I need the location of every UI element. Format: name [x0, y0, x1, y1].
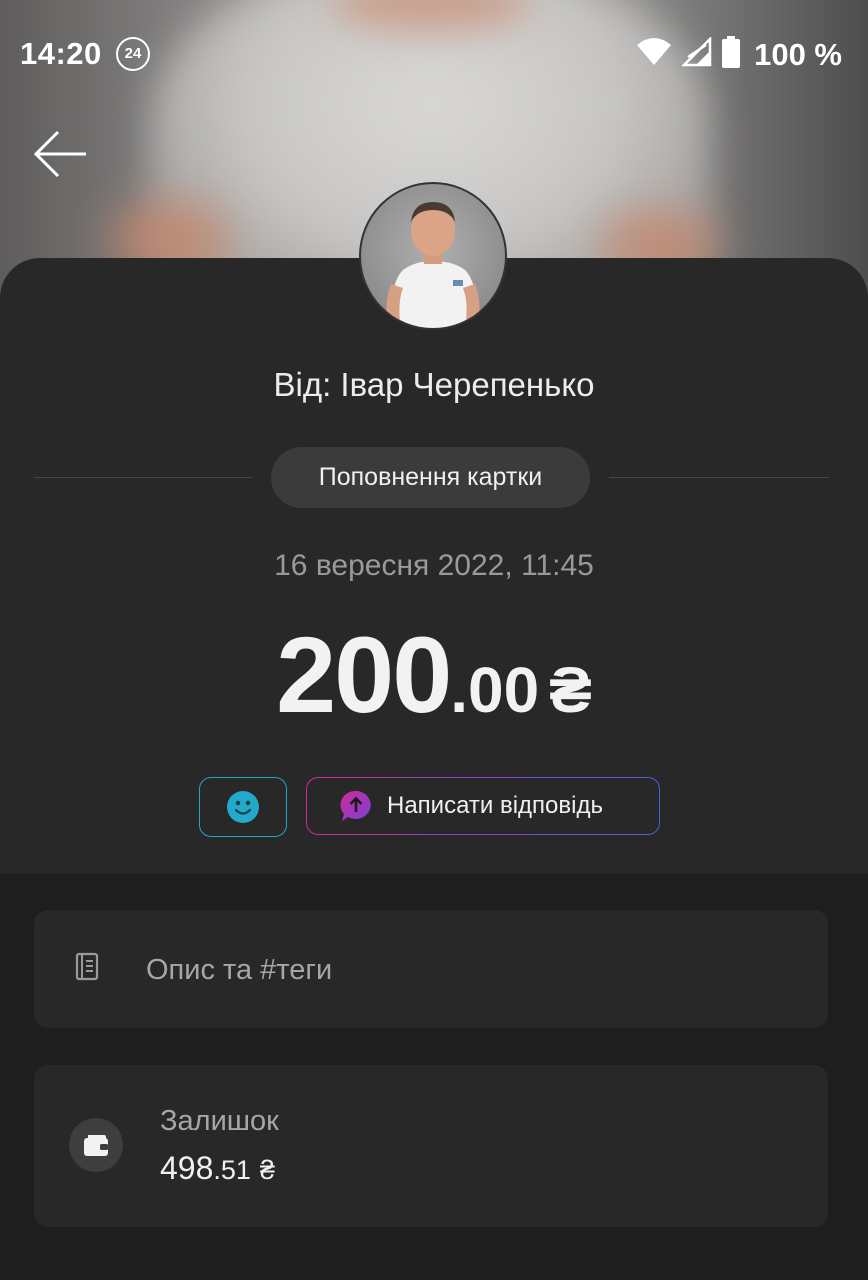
balance-label: Залишок [160, 1105, 279, 1137]
transaction-datetime: 16 вересня 2022, 11:45 [274, 549, 594, 582]
balance-fraction: .51 [213, 1155, 251, 1185]
status-time: 14:20 [20, 36, 102, 71]
signal-icon [681, 35, 712, 72]
amount-integer: 200 [276, 614, 452, 735]
divider-right [609, 477, 829, 478]
chat-bubble-up-icon [340, 790, 371, 821]
battery-percent: 100 % [754, 36, 842, 72]
description-tags-row[interactable]: Опис та #теги [34, 910, 828, 1028]
avatar [359, 182, 507, 330]
arrow-left-icon [33, 130, 86, 178]
wifi-icon [636, 37, 672, 72]
transaction-type-badge: Поповнення картки [271, 447, 590, 508]
amount-fraction: .00 [450, 654, 540, 726]
battery-icon [722, 36, 741, 73]
back-button[interactable] [32, 128, 90, 182]
divider-left [34, 477, 252, 478]
transaction-amount: 200.00 ₴ [0, 612, 868, 737]
wallet-icon [69, 1118, 123, 1172]
reply-button[interactable]: Написати відповідь [306, 777, 660, 835]
reply-label: Написати відповідь [387, 792, 603, 819]
notebook-icon [74, 952, 100, 987]
status-bar: 14:20 24 100 % [0, 0, 868, 110]
balance-currency: ₴ [259, 1155, 275, 1185]
balance-integer: 498 [160, 1150, 214, 1186]
sender-name: Від: Івар Черепенько [273, 366, 595, 403]
amount-currency: ₴ [549, 654, 592, 726]
balance-row: Залишок 498.51 ₴ [34, 1065, 828, 1227]
smiley-icon [227, 791, 259, 823]
description-tags-label: Опис та #теги [146, 954, 333, 986]
emoji-reaction-button[interactable] [199, 777, 287, 837]
status-badge: 24 [116, 37, 150, 71]
balance-value: 498.51 ₴ [160, 1150, 275, 1187]
